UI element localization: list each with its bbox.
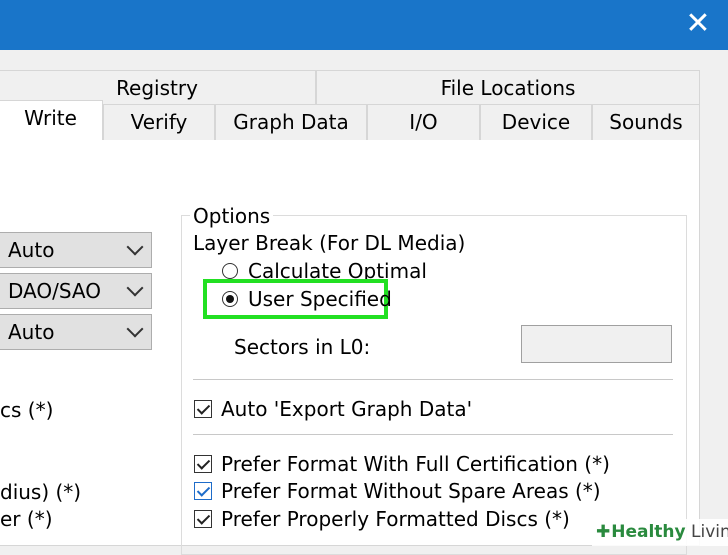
tab-label: Device	[501, 110, 571, 134]
select-value: DAO/SAO	[8, 279, 101, 303]
tab-sounds[interactable]: Sounds	[592, 104, 700, 140]
tab-io[interactable]: I/O	[367, 104, 480, 140]
radio-user-specified-label[interactable]: User Specified	[248, 287, 392, 311]
tab-label: Registry	[116, 76, 198, 100]
checkbox-properly-formatted[interactable]	[194, 510, 212, 528]
tab-verify[interactable]: Verify	[103, 104, 215, 140]
select-value: Auto	[8, 320, 55, 344]
check-icon	[196, 456, 211, 470]
sectors-in-l0-label: Sectors in L0:	[234, 335, 371, 359]
tab-label: Verify	[130, 110, 188, 134]
tab-label: I/O	[409, 110, 438, 134]
write-method-select[interactable]: DAO/SAO	[0, 273, 152, 309]
watermark-prefix: Healthy	[611, 522, 686, 542]
chevron-down-icon	[126, 238, 144, 256]
tab-file-locations[interactable]: File Locations	[316, 70, 700, 106]
checkbox-full-certification-label[interactable]: Prefer Format With Full Certification (*…	[221, 452, 610, 476]
checkbox-without-spare-areas[interactable]	[194, 482, 212, 500]
sectors-in-l0-input[interactable]	[521, 325, 672, 363]
close-icon[interactable]: ✕	[684, 9, 712, 39]
check-icon	[196, 401, 211, 415]
radio-calculate-optimal[interactable]	[222, 263, 238, 279]
left-option-label[interactable]: er (*)	[0, 507, 53, 531]
plus-leaf-icon: ✚	[596, 522, 611, 542]
layer-break-label: Layer Break (For DL Media)	[193, 231, 466, 255]
dialog-edge	[700, 60, 728, 546]
tab-label: Write	[24, 106, 77, 130]
checkbox-properly-formatted-label[interactable]: Prefer Properly Formatted Discs (*)	[221, 507, 570, 531]
checkbox-full-certification[interactable]	[194, 455, 212, 473]
left-option-label[interactable]: cs (*)	[0, 398, 53, 422]
chevron-down-icon	[126, 320, 144, 338]
tab-device[interactable]: Device	[480, 104, 592, 140]
checkbox-without-spare-areas-label[interactable]: Prefer Format Without Spare Areas (*)	[221, 479, 601, 503]
check-icon	[196, 511, 211, 525]
left-option-label[interactable]: dius) (*)	[0, 480, 81, 504]
separator	[193, 379, 673, 380]
radio-user-specified[interactable]	[222, 291, 238, 307]
tab-label: Sounds	[609, 110, 683, 134]
checkbox-export-graph-data-label[interactable]: Auto 'Export Graph Data'	[221, 397, 472, 421]
select-value: Auto	[8, 238, 55, 262]
check-icon	[196, 483, 211, 497]
separator	[193, 434, 673, 435]
tab-graph-data[interactable]: Graph Data	[215, 104, 367, 140]
options-group-title: Options	[190, 203, 274, 229]
radio-selected-dot	[226, 295, 234, 303]
write-speed-select[interactable]: Auto	[0, 232, 152, 268]
watermark-suffix: Living	[691, 522, 728, 542]
window-titlebar: ✕	[0, 0, 728, 50]
watermark-logo: ✚Healthy Living	[592, 519, 728, 546]
tab-label: Graph Data	[233, 110, 349, 134]
mode-select[interactable]: Auto	[0, 314, 152, 350]
tab-write[interactable]: Write	[0, 100, 103, 140]
checkbox-export-graph-data[interactable]	[194, 400, 212, 418]
tab-label: File Locations	[440, 76, 576, 100]
chevron-down-icon	[126, 279, 144, 297]
